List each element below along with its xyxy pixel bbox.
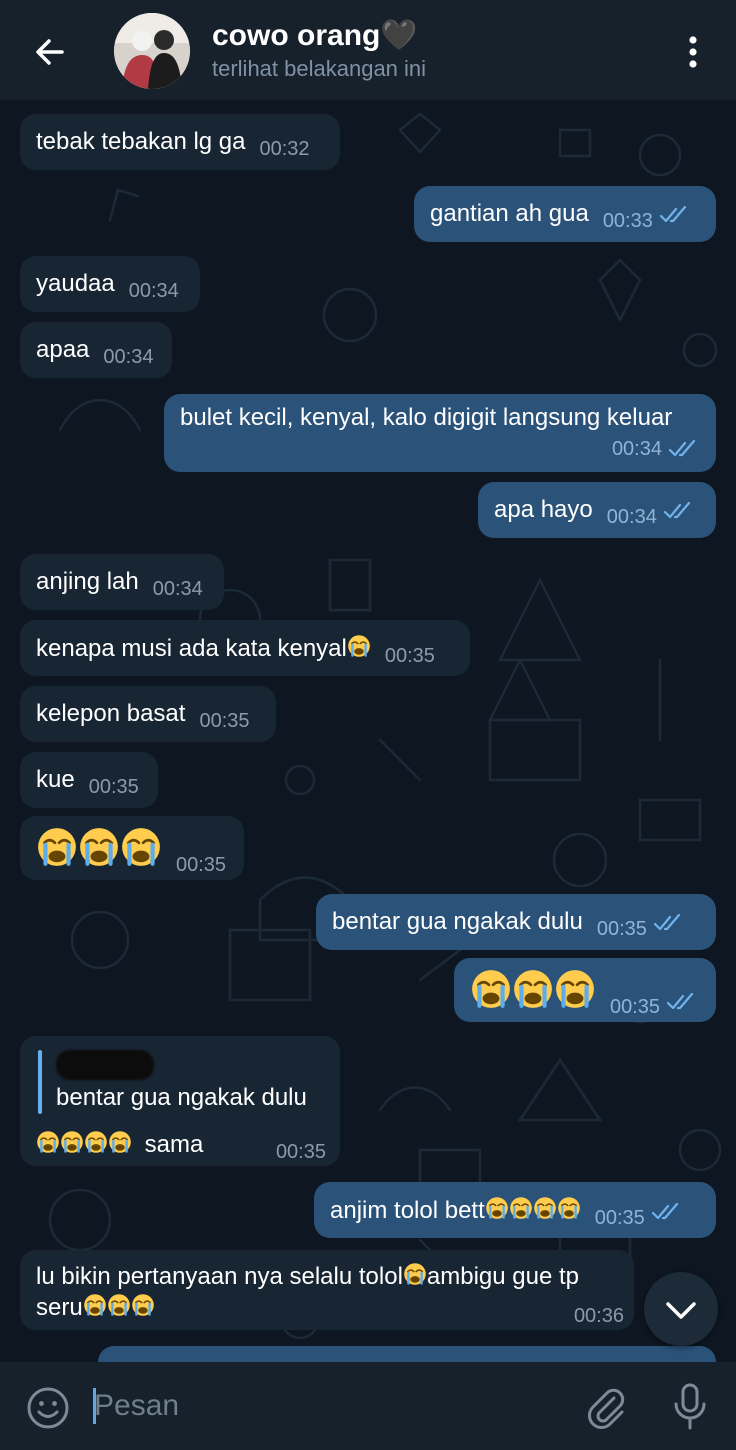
microphone-icon[interactable] [668, 1382, 712, 1432]
crying-face-emoji [84, 1130, 108, 1161]
message-text: lu bikin pertanyaan nya selalu tolol [36, 1262, 403, 1290]
double-check-icon [668, 440, 696, 457]
message-outgoing-partial[interactable] [98, 1346, 716, 1362]
message-time: 00:35 [275, 1141, 326, 1163]
crying-face-emoji [36, 1130, 60, 1161]
message-text: bulet kecil, kenyal, kalo digigit langsu… [180, 404, 673, 431]
message-outgoing[interactable]: bentar gua ngakak dulu 00:35 [316, 894, 716, 950]
message-time: 00:35 [176, 853, 227, 876]
message-time: 00:34 [128, 280, 179, 302]
double-check-icon [666, 992, 694, 1009]
message-text: sama [144, 1130, 204, 1158]
paperclip-icon[interactable] [584, 1384, 630, 1430]
message-incoming[interactable]: kue 00:35 [20, 752, 158, 808]
crying-face-emoji [533, 1196, 557, 1227]
crying-face-emoji [120, 826, 162, 875]
crying-face-emoji [557, 1196, 581, 1227]
message-text: tebak tebakan lg ga [36, 128, 246, 155]
double-check-icon [663, 502, 690, 519]
crying-face-emoji [36, 826, 78, 875]
message-time: 00:34 [611, 438, 662, 460]
chevron-down-icon [666, 1302, 696, 1319]
message-time: 00:35 [610, 995, 661, 1018]
crying-face-emoji [131, 1293, 155, 1324]
double-check-icon [659, 206, 686, 223]
message-incoming[interactable]: apaa 00:34 [20, 322, 172, 378]
message-time: 00:34 [152, 578, 203, 600]
message-text: kelepon basat [36, 700, 186, 727]
message-text: gantian ah gua [430, 200, 589, 227]
reply-author-redacted [56, 1050, 154, 1080]
crying-face-emoji [347, 634, 371, 665]
message-incoming[interactable]: anjing lah 00:34 [20, 554, 224, 610]
crying-face-emoji [60, 1130, 84, 1161]
message-text: anjim tolol bett [330, 1196, 485, 1224]
chat-title[interactable]: cowo orang🖤 [212, 18, 418, 53]
message-outgoing[interactable]: 00:35 [454, 958, 716, 1022]
message-incoming[interactable]: yaudaa 00:34 [20, 256, 200, 312]
message-text: bentar gua ngakak dulu [332, 908, 583, 935]
reply-quote-text[interactable]: bentar gua ngakak dulu [56, 1084, 307, 1112]
crying-face-emoji [107, 1293, 131, 1324]
message-time: 00:35 [596, 918, 647, 940]
crying-face-emoji [403, 1262, 427, 1293]
message-time: 00:34 [103, 346, 154, 368]
scroll-down-button[interactable] [644, 1272, 718, 1346]
text-cursor [93, 1388, 96, 1424]
message-text: kenapa musi ada kata kenyal [36, 634, 347, 662]
message-outgoing[interactable]: gantian ah gua 00:33 [414, 186, 716, 242]
chat-status: terlihat belakangan ini [212, 56, 427, 81]
message-time: 00:32 [259, 138, 310, 160]
message-text: apa hayo [494, 496, 593, 523]
message-incoming[interactable]: 00:35 [20, 816, 244, 880]
message-composer [0, 1362, 736, 1450]
message-incoming[interactable]: kenapa musi ada kata kenyal 00:35 [20, 620, 470, 676]
message-incoming[interactable]: kelepon basat 00:35 [20, 686, 276, 742]
crying-face-emoji [108, 1130, 132, 1161]
message-time: 00:34 [606, 506, 657, 528]
crying-face-emoji [512, 968, 554, 1017]
message-time: 00:35 [199, 710, 250, 732]
message-outgoing[interactable]: apa hayo 00:34 [478, 482, 716, 538]
chat-header: cowo orang🖤 terlihat belakangan ini [0, 0, 736, 100]
message-text: anjing lah [36, 568, 139, 595]
message-text: yaudaa [36, 270, 115, 297]
message-text: kue [36, 766, 75, 793]
message-outgoing[interactable]: bulet kecil, kenyal, kalo digigit langsu… [164, 394, 716, 472]
crying-face-emoji [470, 968, 512, 1017]
crying-face-emoji [554, 968, 596, 1017]
crying-face-emoji [485, 1196, 509, 1227]
avatar[interactable] [114, 13, 190, 89]
message-input[interactable] [92, 1380, 566, 1432]
smiley-icon[interactable] [26, 1386, 70, 1430]
message-time: 00:36 [573, 1305, 624, 1327]
message-time: 00:35 [594, 1206, 645, 1229]
double-check-icon [653, 914, 681, 931]
reply-accent-bar [38, 1050, 42, 1114]
message-time: 00:33 [602, 210, 653, 232]
more-vertical-icon[interactable] [680, 32, 706, 72]
crying-face-emoji [78, 826, 120, 875]
crying-face-emoji [83, 1293, 107, 1324]
message-text: seru [36, 1293, 83, 1321]
message-text: ambigu gue tp [426, 1262, 580, 1290]
message-incoming[interactable]: lu bikin pertanyaan nya selalu tolol ambi… [20, 1250, 634, 1330]
message-text: apaa [36, 336, 90, 363]
double-check-icon [651, 1202, 678, 1219]
message-incoming[interactable]: tebak tebakan lg ga 00:32 [20, 114, 340, 170]
arrow-left-icon[interactable] [30, 32, 70, 72]
message-list[interactable]: tebak tebakan lg ga 00:32 gantian ah gua 0… [0, 100, 736, 1362]
crying-face-emoji [509, 1196, 533, 1227]
message-outgoing[interactable]: anjim tolol bett 00:35 [314, 1182, 716, 1238]
message-time: 00:35 [88, 776, 139, 798]
message-incoming-reply[interactable]: bentar gua ngakak dulu sama 00:35 [20, 1036, 340, 1166]
message-time: 00:35 [384, 644, 435, 667]
